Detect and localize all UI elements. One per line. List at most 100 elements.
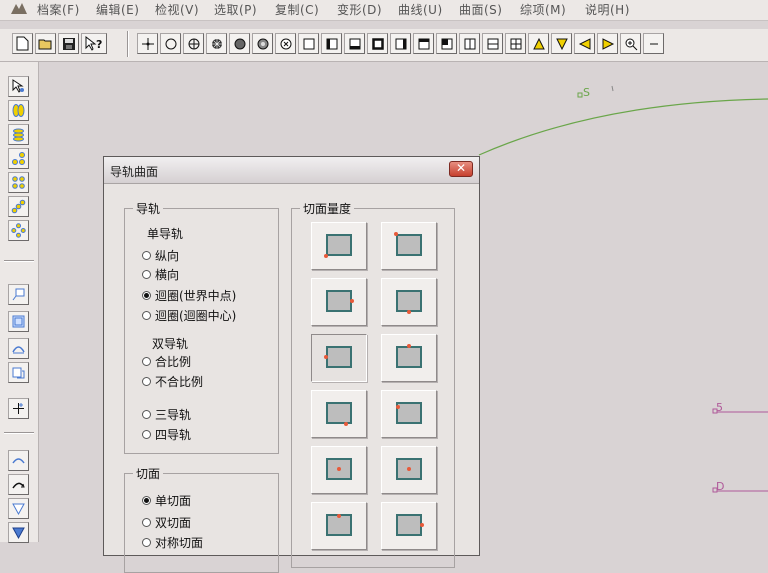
menu-edit[interactable]: 编辑(E) xyxy=(96,1,139,18)
square-top-button[interactable] xyxy=(413,33,434,54)
triangle-up-button[interactable] xyxy=(528,33,549,54)
radio-loop-world-circle[interactable] xyxy=(142,291,151,300)
rails-button[interactable] xyxy=(8,100,29,121)
menu-transform[interactable]: 变形(D) xyxy=(337,1,382,18)
radio-proportional-circle[interactable] xyxy=(142,357,151,366)
menu-view[interactable]: 检视(V) xyxy=(155,1,199,18)
cut-option-5-icon xyxy=(324,346,352,368)
cut-option-2-icon xyxy=(394,232,422,256)
cut-option-6[interactable] xyxy=(381,334,437,382)
stack-button[interactable] xyxy=(8,124,29,145)
triangle-solid-button[interactable] xyxy=(8,522,29,543)
cut-option-12[interactable] xyxy=(381,502,437,550)
help-button[interactable]: ? xyxy=(81,33,107,54)
menu-help[interactable]: 说明(H) xyxy=(585,1,630,18)
cut-option-10[interactable] xyxy=(381,446,437,494)
rail-groupbox: 导轨 单导轨 纵向 横向 迴圈(世界中点) 迴圈(迴圈中心) 双导轨 合比例 不… xyxy=(124,200,279,454)
cut-option-8[interactable] xyxy=(381,390,437,438)
radio-non-proportional[interactable]: 不合比例 xyxy=(142,373,203,390)
square-corner-button[interactable] xyxy=(436,33,457,54)
radio-proportional[interactable]: 合比例 xyxy=(142,353,191,370)
circle-filled-button[interactable] xyxy=(229,33,250,54)
cut-option-1[interactable] xyxy=(311,222,367,270)
square-left-button[interactable] xyxy=(321,33,342,54)
nodes-icon xyxy=(12,152,25,165)
cut-option-9[interactable] xyxy=(311,446,367,494)
left-toolbar-separator-2 xyxy=(4,432,34,434)
zoom-in-button[interactable] xyxy=(620,33,641,54)
triangle-left-button[interactable] xyxy=(574,33,595,54)
cut-option-4[interactable] xyxy=(381,278,437,326)
radio-loop-center-circle[interactable] xyxy=(142,311,151,320)
radio-vertical-circle[interactable] xyxy=(142,251,151,260)
radio-double-section[interactable]: 双切面 xyxy=(142,514,191,531)
more-tools-button[interactable] xyxy=(643,33,664,54)
menu-select[interactable]: 选取(P) xyxy=(214,1,257,18)
square-button[interactable] xyxy=(298,33,319,54)
arch-button[interactable] xyxy=(8,338,29,359)
triangle-outline-button[interactable] xyxy=(8,498,29,519)
menu-copy[interactable]: 复制(C) xyxy=(275,1,319,18)
marker-button[interactable] xyxy=(8,284,29,305)
select-pointer-button[interactable] xyxy=(8,76,29,97)
cut-option-9-icon xyxy=(326,458,352,480)
circle-cross-button[interactable] xyxy=(275,33,296,54)
radio-four-rails[interactable]: 四导轨 xyxy=(142,426,191,443)
radio-symmetric-section[interactable]: 对称切面 xyxy=(142,534,203,551)
save-file-button[interactable] xyxy=(58,33,79,54)
document-button[interactable] xyxy=(8,362,29,383)
square-right-button[interactable] xyxy=(390,33,411,54)
radio-vertical[interactable]: 纵向 xyxy=(142,247,179,264)
curve-up-button[interactable] xyxy=(8,450,29,471)
ring-nodes-button[interactable] xyxy=(8,220,29,241)
cut-option-12-icon xyxy=(396,514,424,536)
close-button[interactable]: ✕ xyxy=(449,161,473,177)
circle-button[interactable] xyxy=(160,33,181,54)
radio-double-section-circle[interactable] xyxy=(142,518,151,527)
split-vertical-button[interactable] xyxy=(459,33,480,54)
radio-loop-world[interactable]: 迴圈(世界中点) xyxy=(142,287,236,304)
triangle-right-button[interactable] xyxy=(597,33,618,54)
open-file-button[interactable] xyxy=(35,33,56,54)
circle-grid-button[interactable] xyxy=(206,33,227,54)
square-thick-button[interactable] xyxy=(367,33,388,54)
menu-surface[interactable]: 曲面(S) xyxy=(459,1,502,18)
square-bottom-button[interactable] xyxy=(344,33,365,54)
new-file-button[interactable] xyxy=(12,33,33,54)
nodes-button[interactable] xyxy=(8,148,29,169)
radio-three-rails[interactable]: 三导轨 xyxy=(142,406,191,423)
radio-loop-center[interactable]: 迴圈(迴圈中心) xyxy=(142,307,236,324)
point-button[interactable] xyxy=(137,33,158,54)
cut-option-5[interactable] xyxy=(311,334,367,382)
radio-single-section[interactable]: 单切面 xyxy=(142,492,191,509)
radio-four-rails-circle[interactable] xyxy=(142,430,151,439)
cut-option-3[interactable] xyxy=(311,278,367,326)
split-horizontal-button[interactable] xyxy=(482,33,503,54)
save-disk-icon xyxy=(62,37,75,50)
dialog-titlebar[interactable]: 导轨曲面 ✕ xyxy=(104,157,479,184)
svg-text:?: ? xyxy=(96,38,102,51)
circle-dotted-button[interactable] xyxy=(252,33,273,54)
diagonal-nodes-button[interactable] xyxy=(8,196,29,217)
radio-horizontal-circle[interactable] xyxy=(142,270,151,279)
radio-symmetric-section-circle[interactable] xyxy=(142,538,151,547)
grid-four-button[interactable] xyxy=(505,33,526,54)
radio-horizontal[interactable]: 横向 xyxy=(142,266,179,283)
radio-non-proportional-circle[interactable] xyxy=(142,377,151,386)
cut-option-2[interactable] xyxy=(381,222,437,270)
radio-single-section-circle[interactable] xyxy=(142,496,151,505)
menu-misc[interactable]: 综项(M) xyxy=(520,1,566,18)
radio-double-section-label: 双切面 xyxy=(155,516,192,530)
axes-button[interactable] xyxy=(8,398,29,419)
cut-option-11[interactable] xyxy=(311,502,367,550)
grid-nodes-button[interactable] xyxy=(8,172,29,193)
menu-file[interactable]: 档案(F) xyxy=(37,1,80,18)
circle-plus-button[interactable] xyxy=(183,33,204,54)
curve-arrow-button[interactable] xyxy=(8,474,29,495)
radio-three-rails-circle[interactable] xyxy=(142,410,151,419)
triangle-down-button[interactable] xyxy=(551,33,572,54)
menu-curve[interactable]: 曲线(U) xyxy=(398,1,443,18)
cut-option-7[interactable] xyxy=(311,390,367,438)
frame-button[interactable] xyxy=(8,311,29,332)
cut-option-7-icon xyxy=(326,402,352,426)
